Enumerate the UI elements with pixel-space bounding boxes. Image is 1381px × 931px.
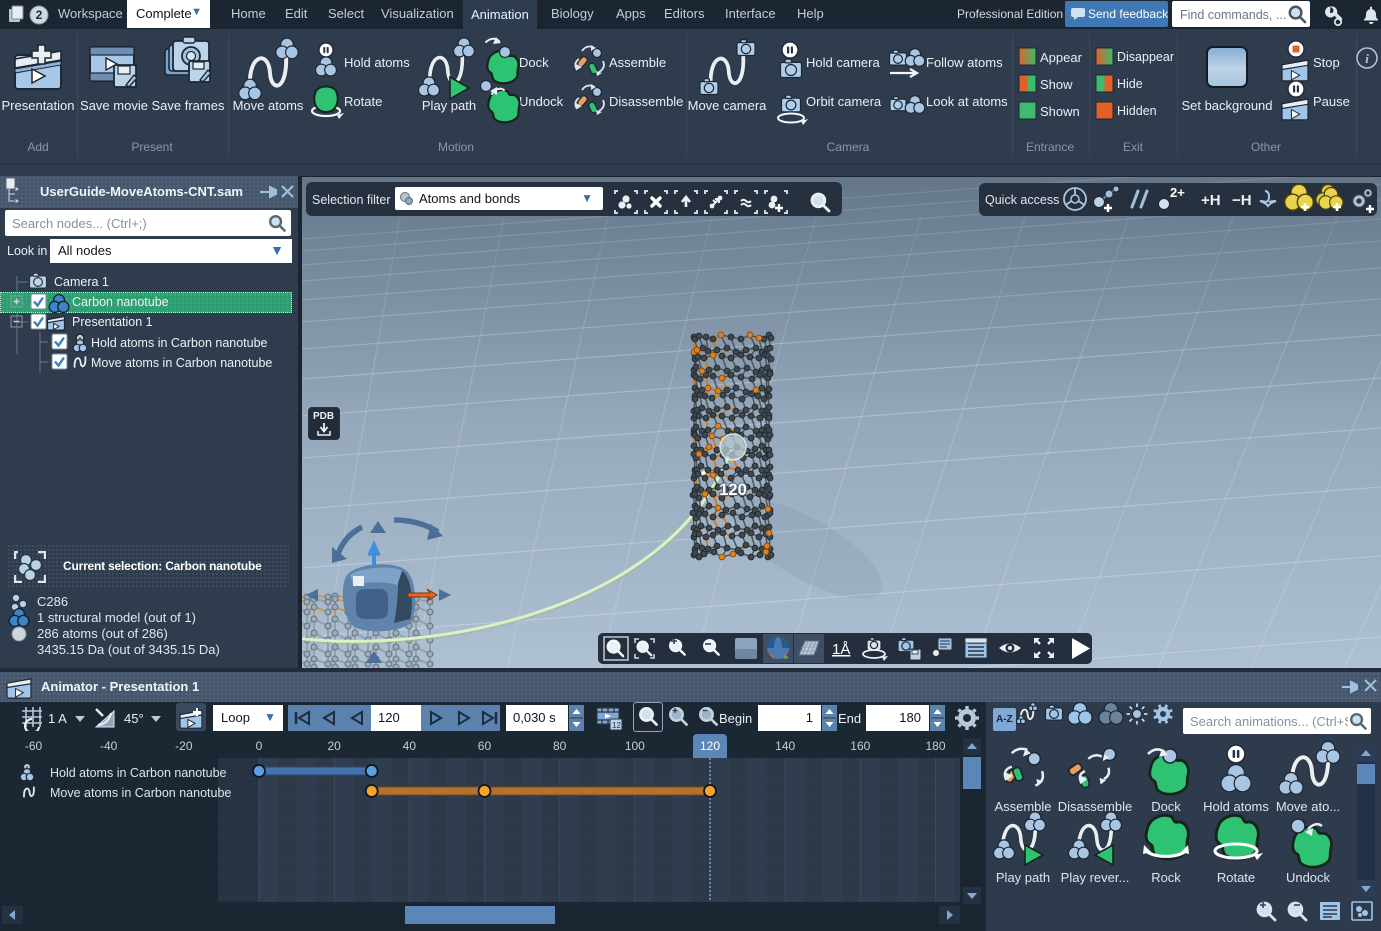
svg-text:−H: −H xyxy=(1232,192,1252,209)
svg-text:+H: +H xyxy=(1201,192,1221,209)
svg-text:12: 12 xyxy=(612,721,621,730)
svg-text:1Å: 1Å xyxy=(832,641,850,658)
svg-text:120: 120 xyxy=(719,481,747,499)
svg-text:2: 2 xyxy=(36,8,43,22)
svg-text:i: i xyxy=(1365,51,1369,66)
svg-text:2+: 2+ xyxy=(1170,185,1185,200)
